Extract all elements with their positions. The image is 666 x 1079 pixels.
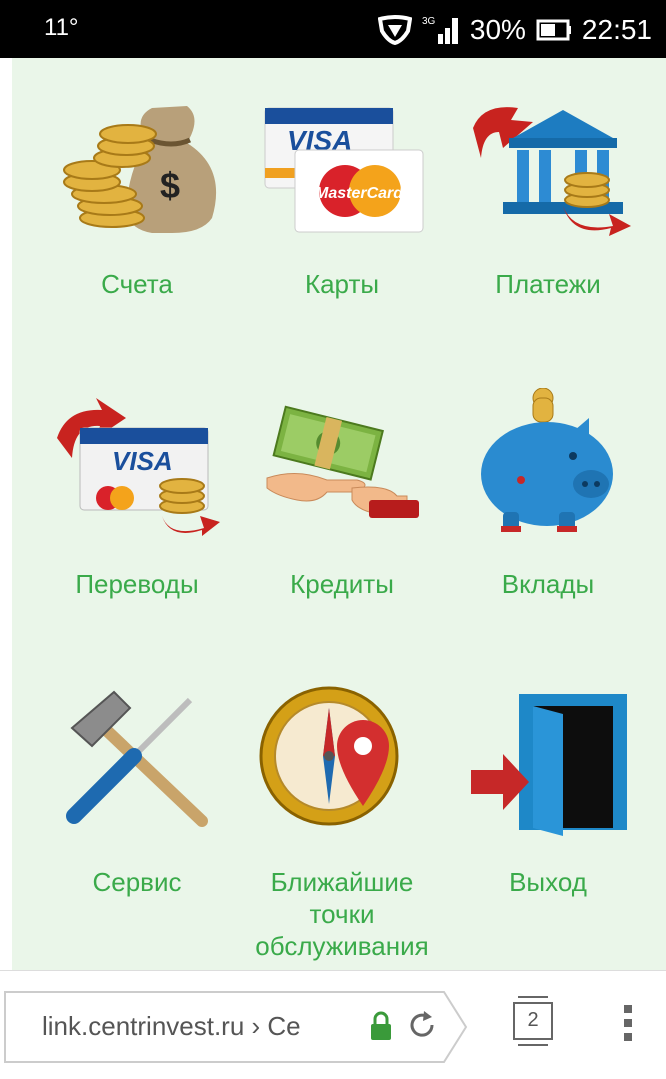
tile-nearest-points[interactable]: Ближайшие точки обслуживания — [242, 686, 442, 962]
clock: 22:51 — [581, 14, 652, 45]
visa-text: VISA — [112, 446, 173, 476]
hand-money-icon — [266, 405, 419, 518]
tile-label: Сервис — [92, 867, 182, 897]
card-transfer-icon: VISA — [57, 398, 220, 536]
piggy-bank-icon — [481, 388, 613, 532]
tile-credits[interactable]: Кредиты — [242, 388, 442, 600]
status-icons: 3G 30% 22:51 — [377, 10, 652, 50]
browser-toolbar: link.centrinvest.ru › Ce 2 — [0, 970, 666, 1079]
signal-icon: 3G — [422, 16, 458, 44]
tile-label: Кредиты — [290, 569, 394, 599]
tile-cards[interactable]: VISA MasterCard Карты — [242, 88, 442, 300]
bank-payment-icon — [473, 107, 631, 236]
battery-icon — [536, 19, 571, 41]
shield-icon — [377, 15, 412, 45]
svg-text:$: $ — [160, 165, 180, 206]
tile-transfers[interactable]: VISA Переводы — [37, 388, 237, 600]
status-bar: 11° 3G 30% 22:51 — [0, 0, 666, 58]
tile-label: Вклады — [501, 569, 595, 599]
tile-label: Ближайшие точки обслуживания — [255, 867, 429, 961]
tile-label: Карты — [304, 269, 380, 299]
money-bag-coins-icon: $ — [63, 106, 217, 233]
tile-service[interactable]: Сервис — [37, 686, 237, 898]
credit-cards-icon: VISA MasterCard — [264, 107, 424, 233]
reload-icon[interactable] — [406, 1009, 438, 1041]
tools-icon — [66, 690, 208, 827]
battery-percent: 30% — [469, 14, 526, 45]
tab-count: 2 — [527, 1009, 539, 1031]
tile-label: Переводы — [75, 569, 199, 599]
url-text: link.centrinvest.ru › Ce — [42, 1011, 301, 1041]
tile-payments[interactable]: Платежи — [448, 88, 648, 300]
exit-door-icon — [471, 694, 627, 836]
tile-exit[interactable]: Выход — [448, 686, 648, 898]
tab-switcher-button[interactable]: 2 — [512, 995, 554, 1047]
address-bar[interactable]: link.centrinvest.ru › Ce — [4, 991, 468, 1063]
compass-location-icon — [259, 686, 399, 826]
network-type: 3G — [422, 16, 436, 27]
tile-accounts[interactable]: $ Счета — [37, 88, 237, 300]
lock-icon — [371, 1011, 391, 1040]
mastercard-text: MasterCard — [315, 185, 404, 202]
tile-label: Выход — [509, 867, 587, 897]
tile-deposits[interactable]: Вклады — [448, 388, 648, 600]
tile-label: Платежи — [495, 269, 601, 299]
temperature: 11° — [44, 14, 79, 41]
tile-label: Счета — [101, 269, 173, 299]
main-menu: $ Счета VISA MasterCard Карты Платежи VI… — [12, 58, 666, 970]
overflow-menu-icon[interactable] — [624, 1005, 634, 1047]
